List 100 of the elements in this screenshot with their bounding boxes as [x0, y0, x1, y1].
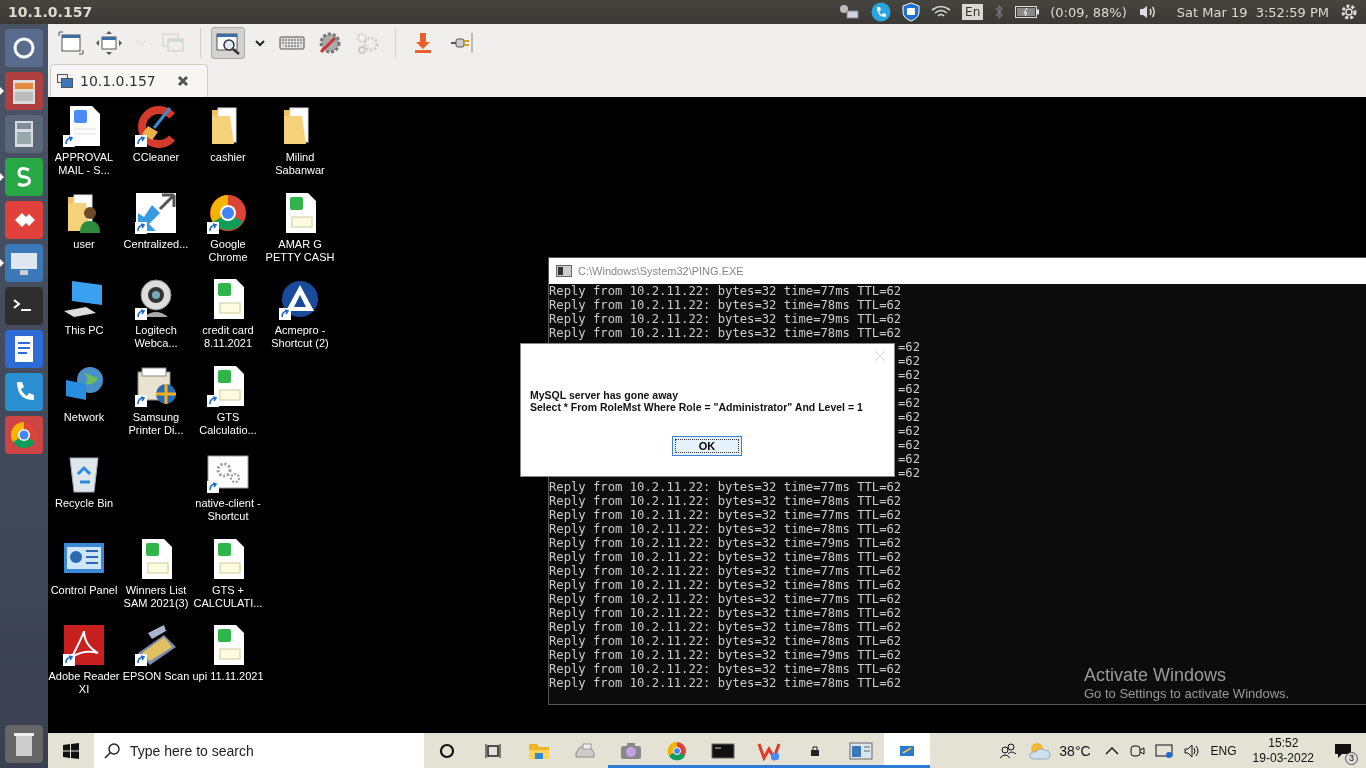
console-line: Reply from 10.2.11.22: bytes=32 time=77ms TTL=62	[549, 564, 902, 578]
search-field[interactable]: Type here to search	[94, 733, 424, 768]
wifi-icon[interactable]	[931, 5, 952, 19]
scanner-icon[interactable]	[134, 623, 178, 667]
console-line: Reply from 10.2.11.22: bytes=32 time=78ms TTL=62	[549, 326, 902, 340]
console-line: =62	[898, 368, 920, 382]
terminal-icon	[711, 740, 735, 761]
taskbar-date[interactable]: 19-03-2022	[1252, 750, 1314, 766]
console-line: =62	[898, 396, 920, 410]
language-indicator[interactable]: ENG	[1210, 743, 1237, 758]
desktop-icon-label[interactable]: native-client - Shortcut	[191, 497, 265, 523]
people-icon[interactable]	[999, 742, 1018, 759]
notification-icon[interactable]	[1334, 742, 1352, 759]
file-cabinet-icon[interactable]	[5, 72, 43, 110]
desktop-icon-label[interactable]: GTS Calculatio...	[191, 410, 265, 437]
volume-icon[interactable]	[1182, 742, 1201, 759]
error-message: MySQL server has gone away	[530, 389, 680, 401]
desktop-icon-label[interactable]: Adobe Reader XI	[47, 670, 121, 696]
console-line: Reply from 10.2.11.22: bytes=32 time=78ms TTL=62	[549, 662, 902, 676]
phone-icon[interactable]	[871, 2, 892, 22]
console-icon	[556, 265, 572, 277]
desktop-icon-label[interactable]: CCleaner	[119, 151, 193, 164]
activation-hint: Go to Settings to activate Windows.	[1084, 686, 1290, 701]
terminal-icon[interactable]	[5, 287, 43, 325]
console-line: Reply from 10.2.11.22: bytes=32 time=79ms TTL=62	[549, 648, 902, 662]
desktop-icon-label[interactable]: GTS + CALCULATI...	[191, 583, 265, 610]
console-line: =62	[898, 438, 920, 452]
desktop-icon-label[interactable]: EPSON Scan	[119, 670, 193, 683]
volume-icon[interactable]	[1137, 4, 1158, 20]
desktop-icon-label[interactable]: Logitech Webca...	[119, 324, 193, 350]
console-line: Reply from 10.2.11.22: bytes=32 time=78ms TTL=62	[549, 620, 902, 634]
calculator-icon[interactable]	[5, 115, 43, 153]
console-line: =62	[898, 424, 920, 438]
search-icon	[104, 743, 120, 759]
desktop-icon-label[interactable]: Winners List SAM 2021(3)	[119, 583, 193, 610]
shield-icon[interactable]	[902, 2, 921, 22]
console-line: Reply from 10.2.11.22: bytes=32 time=78ms TTL=62	[549, 578, 902, 592]
desktop-icon-label[interactable]: APPROVAL MAIL - S...	[47, 151, 121, 177]
tab-label: 10.1.0.157	[80, 73, 156, 89]
notification-count: 3	[1345, 751, 1358, 765]
network-icon[interactable]	[838, 4, 861, 20]
task-view-icon	[485, 742, 501, 759]
console-line: Reply from 10.2.11.22: bytes=32 time=78ms TTL=62	[549, 550, 902, 564]
window-icon	[849, 740, 873, 761]
desktop-icon-label[interactable]: Centralized...	[119, 237, 193, 251]
console-line: =62	[898, 382, 920, 396]
console-line: =62	[898, 452, 920, 466]
bluetooth-icon[interactable]	[994, 4, 1005, 20]
console-line: Reply from 10.2.11.22: bytes=32 time=77ms TTL=62	[549, 480, 902, 494]
console-line: Reply from 10.2.11.22: bytes=32 time=79ms TTL=62	[549, 536, 902, 550]
console-line: Reply from 10.2.11.22: bytes=32 time=77ms TTL=62	[549, 508, 902, 522]
taskbar-time[interactable]: 15:52	[1268, 735, 1299, 751]
close-icon[interactable]	[176, 75, 189, 87]
dash-icon[interactable]	[5, 29, 43, 67]
desktop-icon-label[interactable]: upi 11.11.2021	[191, 670, 265, 683]
power-gear-icon[interactable]	[1340, 3, 1358, 21]
console-line: =62	[898, 340, 920, 354]
arrows-icon[interactable]	[134, 190, 178, 235]
desktop-icon-label[interactable]: Network	[47, 410, 121, 424]
console-line: Reply from 10.2.11.22: bytes=32 time=78ms TTL=62	[549, 522, 902, 536]
console-line: Reply from 10.2.11.22: bytes=32 time=77ms TTL=62	[549, 284, 902, 298]
keyboard-layout-indicator[interactable]: En	[962, 4, 984, 20]
console-title: C:\Windows\System32\PING.EXE	[578, 265, 744, 277]
console-line: Reply from 10.2.11.22: bytes=32 time=78ms TTL=62	[549, 634, 902, 648]
console-line: Reply from 10.2.11.22: bytes=32 time=78ms TTL=62	[549, 606, 902, 620]
camera-icon[interactable]	[1128, 742, 1145, 759]
windows-logo-icon	[63, 742, 79, 759]
connection-tab[interactable]: 10.1.0.157	[50, 64, 208, 97]
circle-icon	[439, 742, 455, 759]
error-message: Select * From RoleMst Where Role = "Administrator" And Level = 1	[530, 401, 863, 413]
desktop-icon-label[interactable]: Acmepro - Shortcut (2)	[263, 324, 337, 350]
desktop-icon-label[interactable]: This PC	[47, 324, 121, 337]
chevron-up-icon[interactable]	[1104, 746, 1119, 755]
desktop-icon-label[interactable]: Recycle Bin	[47, 497, 121, 510]
desktop-icon-label[interactable]: Control Panel	[47, 583, 121, 597]
console-line: Reply from 10.2.11.22: bytes=32 time=79ms TTL=62	[549, 312, 902, 326]
trash-icon[interactable]	[5, 725, 43, 763]
ok-button[interactable]: OK	[672, 436, 742, 456]
desktop-icon-label[interactable]: credit card 8.11.2021	[191, 324, 265, 350]
desktop-icon-label[interactable]: Samsung Printer Di...	[119, 410, 193, 437]
battery-icon[interactable]	[1015, 6, 1040, 18]
activation-title: Activate Windows	[1084, 665, 1228, 686]
clock[interactable]: Sat Mar 19 3:52:59 PM	[1176, 4, 1329, 20]
windows-icon	[57, 74, 73, 88]
desktop-icon-label[interactable]: Milind Sabanwar	[263, 151, 337, 177]
console-line: Reply from 10.2.11.22: bytes=32 time=78ms TTL=62	[549, 494, 902, 508]
brush-icon[interactable]	[134, 104, 178, 148]
console-line: =62	[898, 466, 920, 480]
desktop-icon-label[interactable]: user	[47, 237, 121, 251]
temperature[interactable]: 38°C	[1059, 742, 1091, 759]
desktop-icon-label[interactable]: cashier	[191, 151, 265, 164]
pdf-icon[interactable]	[62, 623, 106, 667]
console-line: Reply from 10.2.11.22: bytes=32 time=78ms TTL=62	[549, 676, 902, 690]
console-line: =62	[898, 354, 920, 368]
desktop-icon-label[interactable]: AMAR G PETTY CASH	[263, 237, 337, 264]
camera-icon	[619, 740, 643, 761]
desktop-icon-label[interactable]: Google Chrome	[191, 237, 265, 264]
console-line: Reply from 10.2.11.22: bytes=32 time=77ms TTL=62	[549, 592, 902, 606]
display-icon[interactable]	[1154, 742, 1173, 759]
battery-reading[interactable]: (0:09, 88%)	[1050, 4, 1127, 20]
